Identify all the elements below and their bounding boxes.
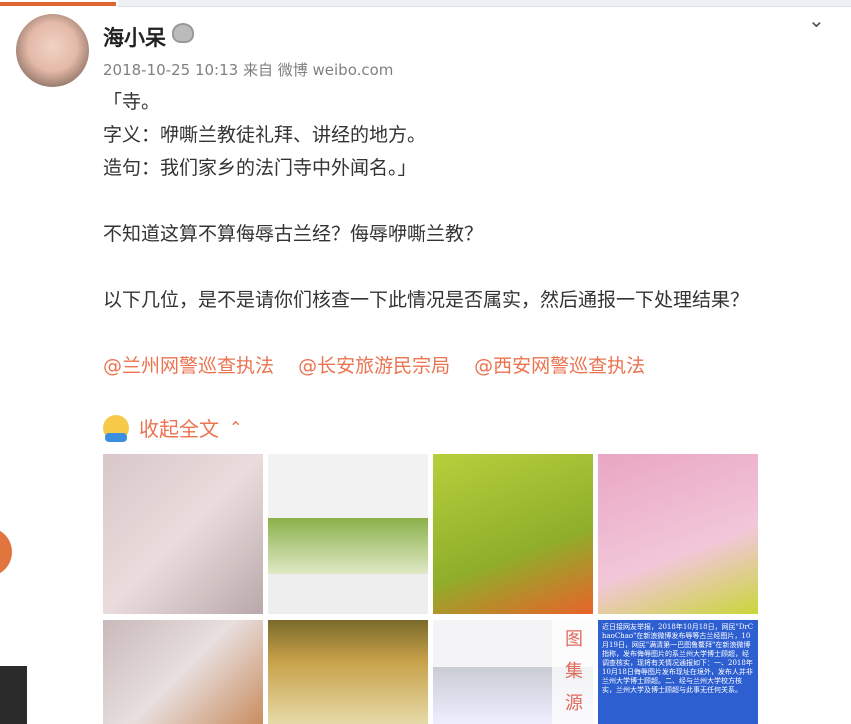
mention-link[interactable]: @西安网警巡查执法 [474, 355, 645, 377]
album-source-button[interactable]: 图 集 源 [552, 620, 596, 724]
text-line [103, 317, 749, 350]
overlay-char: 集 [565, 661, 583, 682]
image-thumbnail[interactable] [433, 454, 593, 614]
image-thumbnail[interactable] [103, 454, 263, 614]
active-tab-indicator [0, 2, 116, 6]
text-line [103, 185, 749, 218]
author-name[interactable]: 海小呆 [103, 22, 166, 52]
collapse-button[interactable]: 收起全文 ⌃ [103, 413, 242, 442]
top-bar [118, 0, 851, 7]
source: 微博 weibo.com [277, 61, 394, 79]
floating-button[interactable] [0, 528, 12, 576]
text-line: 以下几位，是不是请你们核查一下此情况是否属实，然后通报一下处理结果？ [103, 289, 750, 311]
image-thumbnail[interactable] [268, 620, 428, 724]
mention-link[interactable]: @长安旅游民宗局 [298, 355, 450, 377]
overlay-char: 图 [565, 629, 583, 650]
text-line: 不知道这算不算侮辱古兰经？侮辱咿嘶兰教？ [103, 223, 484, 245]
text-line: 「寺。 [103, 91, 161, 113]
chevron-up-icon: ⌃ [229, 418, 243, 437]
text-line [103, 251, 749, 284]
text-line: 字义：咿嘶兰教徒礼拜、讲经的地方。 [103, 124, 427, 146]
image-thumbnail[interactable] [268, 454, 428, 614]
image-thumbnail[interactable]: 近日接网友举报，2018年10月18日，网民"DrChaoChao"在新浪微博发… [598, 620, 758, 724]
mention-link[interactable]: @兰州网警巡查执法 [103, 355, 274, 377]
image-thumbnail[interactable] [103, 620, 263, 724]
text-line: 造句：我们家乡的法门寺中外闻名。」 [103, 157, 417, 179]
collapse-label: 收起全文 [139, 417, 219, 441]
avatar[interactable] [16, 14, 89, 87]
source-prefix: 来自 [242, 61, 273, 79]
post-text: 「寺。 字义：咿嘶兰教徒礼拜、讲经的地方。 造句：我们家乡的法门寺中外闻名。」 … [103, 86, 749, 383]
image-text: 近日接网友举报，2018年10月18日，网民"DrChaoChao"在新浪微博发… [602, 623, 754, 694]
post-meta: 2018-10-25 10:13 来自 微博 weibo.com [103, 59, 393, 80]
shrug-emoji-icon [103, 414, 129, 442]
crown-icon[interactable] [172, 23, 194, 43]
timestamp[interactable]: 2018-10-25 10:13 [103, 61, 238, 79]
image-thumbnail[interactable] [598, 454, 758, 614]
mentions: @兰州网警巡查执法 @长安旅游民宗局 @西安网警巡查执法 [103, 350, 749, 383]
image-grid: 近日接网友举报，2018年10月18日，网民"DrChaoChao"在新浪微博发… [103, 454, 758, 724]
overlay-char: 源 [565, 693, 583, 714]
chevron-down-icon[interactable]: ⌄ [808, 8, 825, 32]
floating-widget[interactable] [0, 666, 27, 724]
